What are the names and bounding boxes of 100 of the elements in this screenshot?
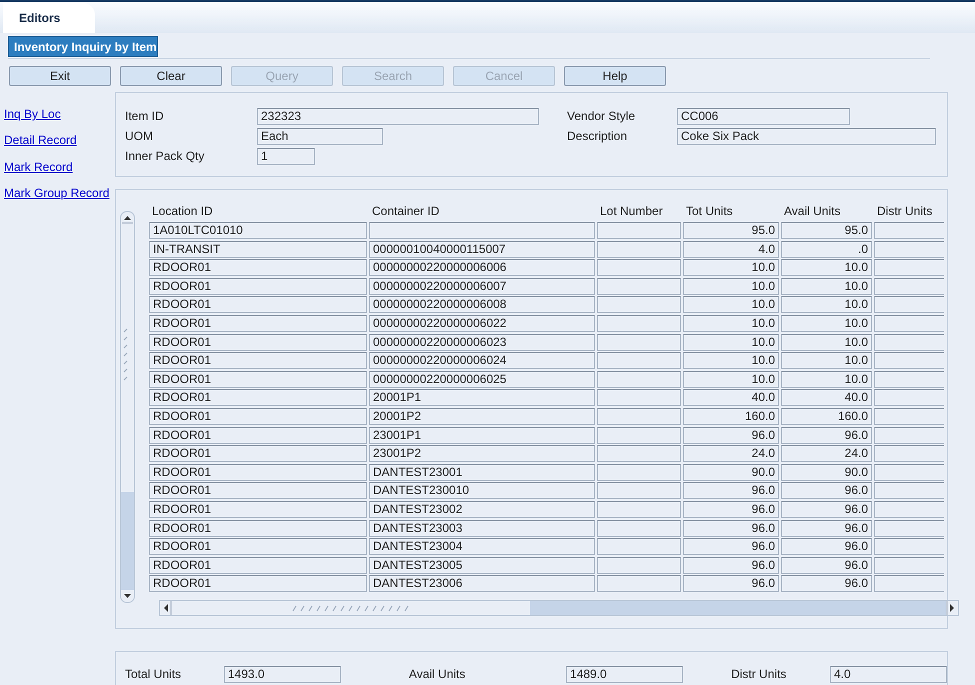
table-cell: [874, 575, 944, 592]
table-cell: RDOOR01: [149, 538, 367, 556]
table-cell: 90.0: [683, 464, 779, 481]
table-cell: 00000000220000006007: [369, 278, 595, 295]
table-cell: 00000000220000006024: [369, 352, 595, 370]
text-field[interactable]: 1489.0: [566, 666, 684, 683]
text-field[interactable]: Coke Six Pack: [677, 128, 936, 144]
table-cell: 10.0: [683, 296, 779, 314]
table-cell: 24.0: [781, 445, 872, 462]
table-cell: [874, 408, 944, 425]
table-cell: 10.0: [683, 352, 779, 370]
column-header: Distr Units: [876, 204, 934, 220]
table-cell: [874, 259, 944, 276]
table-cell: RDOOR01: [149, 575, 367, 592]
table-cell: 96.0: [781, 482, 872, 500]
table-cell: 10.0: [683, 259, 779, 276]
field-label: Description: [567, 128, 628, 144]
table-cell: 96.0: [781, 500, 872, 518]
tab[interactable]: Editors: [3, 3, 95, 33]
table-cell: RDOOR01: [149, 389, 367, 406]
side-link[interactable]: Inq By Loc: [4, 107, 61, 121]
text-field[interactable]: 1: [257, 148, 315, 164]
table-cell: 10.0: [781, 370, 872, 388]
table-cell: DANTEST23003: [369, 520, 595, 536]
grip-icon[interactable]: [291, 604, 411, 612]
text-field[interactable]: Each: [257, 128, 383, 144]
table-cell: 96.0: [781, 575, 872, 592]
table-cell: [874, 445, 944, 462]
table-cell: 10.0: [781, 334, 872, 351]
table-cell: 10.0: [781, 278, 872, 295]
vertical-scrollbar[interactable]: [120, 211, 135, 603]
scroll-down-icon[interactable]: [121, 590, 134, 602]
toolbar-button[interactable]: Help: [564, 66, 666, 86]
column-header: Location ID: [151, 204, 214, 220]
field-label: Total Units: [125, 667, 182, 682]
table-cell: 40.0: [683, 389, 779, 406]
field-label: Avail Units: [408, 667, 466, 682]
field-label: Distr Units: [731, 667, 788, 682]
field-label: UOM: [125, 128, 154, 144]
table-cell: 160.0: [683, 408, 779, 425]
text-field[interactable]: CC006: [677, 108, 850, 124]
table-cell: 10.0: [683, 278, 779, 295]
table-cell: RDOOR01: [149, 334, 367, 351]
table-cell: DANTEST23004: [369, 538, 595, 556]
side-link[interactable]: Mark Group Record: [4, 186, 110, 200]
table-cell: RDOOR01: [149, 482, 367, 500]
text-field[interactable]: 232323: [257, 108, 539, 124]
table-cell: 10.0: [781, 352, 872, 370]
table-cell: DANTEST23005: [369, 556, 595, 574]
table-cell: 10.0: [683, 314, 779, 332]
table-cell: 23001P1: [369, 426, 595, 444]
table-cell: [874, 464, 944, 481]
side-link[interactable]: Mark Record: [4, 160, 73, 174]
column-header: Tot Units: [685, 204, 734, 220]
table-cell: 96.0: [781, 538, 872, 556]
table-cell: IN-TRANSIT: [149, 240, 367, 258]
table-cell: 00000000220000006022: [369, 314, 595, 332]
scroll-thumb[interactable]: [530, 600, 946, 615]
table-cell: [874, 314, 944, 332]
table-cell: [874, 334, 944, 351]
text-field[interactable]: 4.0: [830, 666, 947, 683]
table-cell: RDOOR01: [149, 278, 367, 295]
table-cell: 1A010LTC01010: [149, 222, 367, 239]
table-cell: [874, 370, 944, 388]
field-label: Vendor Style: [567, 108, 636, 124]
scroll-thumb[interactable]: [121, 492, 134, 602]
table-cell: 4.0: [683, 240, 779, 258]
table-cell: [874, 538, 944, 556]
table-cell: 96.0: [683, 500, 779, 518]
table-cell: 00000000220000006008: [369, 296, 595, 314]
table-cell: [874, 389, 944, 406]
text-field[interactable]: 1493.0: [224, 666, 341, 683]
table-cell: 96.0: [683, 556, 779, 574]
field-label: Item ID: [125, 108, 165, 124]
table-cell: 00000010040000115007: [369, 240, 595, 258]
table-cell: 96.0: [781, 426, 872, 444]
horizontal-scrollbar[interactable]: [159, 600, 959, 616]
table-cell: [874, 426, 944, 444]
toolbar-button[interactable]: Exit: [9, 66, 111, 86]
table-cell: RDOOR01: [149, 426, 367, 444]
table-cell: 96.0: [683, 482, 779, 500]
form-title: Inventory Inquiry by Item: [8, 36, 158, 57]
table-cell: DANTEST23001: [369, 464, 595, 481]
table-cell: 96.0: [781, 520, 872, 536]
table-cell: [874, 278, 944, 295]
table-cell: 00000000220000006023: [369, 334, 595, 351]
table-cell: [874, 352, 944, 370]
table-cell: [874, 482, 944, 500]
table-cell: RDOOR01: [149, 259, 367, 276]
side-link[interactable]: Detail Record: [4, 133, 77, 148]
table-cell: [874, 500, 944, 518]
toolbar-button[interactable]: Clear: [120, 66, 222, 86]
table-cell: RDOOR01: [149, 352, 367, 370]
table-cell: 10.0: [781, 259, 872, 276]
table-cell: 10.0: [781, 314, 872, 332]
table-cell: 10.0: [683, 370, 779, 388]
column-header: Container ID: [371, 204, 440, 220]
table-cell: 96.0: [683, 538, 779, 556]
table-cell: [874, 520, 944, 536]
table-cell: [874, 240, 944, 258]
